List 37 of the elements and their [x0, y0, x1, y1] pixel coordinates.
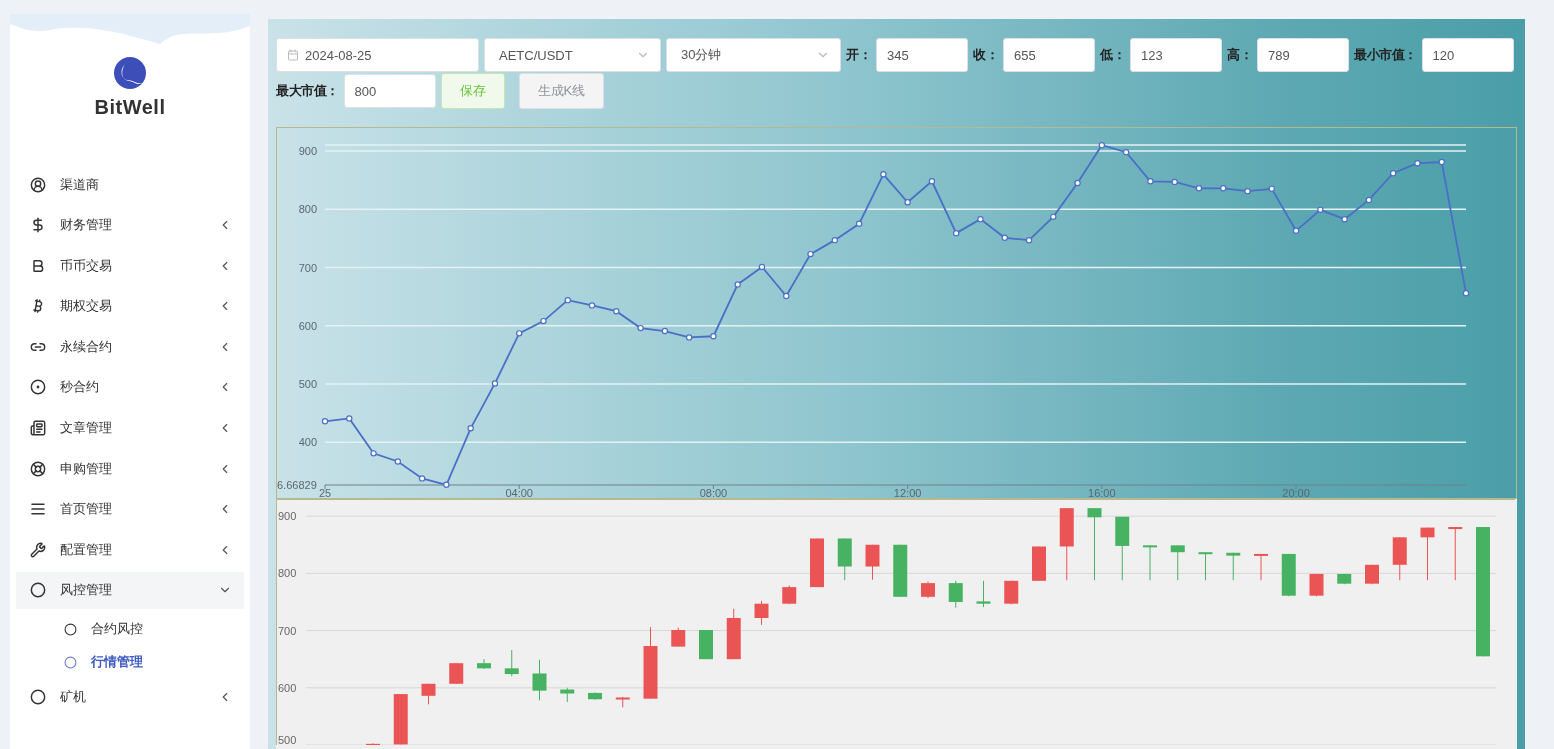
menu-label: 秒合约: [60, 378, 100, 397]
menu-label: 首页管理: [60, 500, 113, 519]
axis-label: 800: [298, 203, 317, 216]
menu-label: 永续合约: [60, 337, 113, 356]
axis-label: 800: [278, 567, 297, 580]
axis-label: 900: [278, 510, 297, 523]
axis-label: 20:00: [1282, 487, 1310, 498]
menu-label: 币币交易: [60, 256, 113, 275]
axis-label: 16:00: [1088, 487, 1116, 498]
menu-label: 矿机: [60, 688, 87, 707]
axis-label: 500: [298, 378, 317, 390]
axis-label: 12:00: [893, 487, 922, 498]
axis-label: 25: [318, 487, 332, 498]
field-label: 最小市值：: [1354, 46, 1417, 64]
menu-label: 渠道商: [60, 175, 100, 194]
axis-label: 04:00: [505, 487, 533, 498]
axis-label: 6.66829: [277, 479, 317, 491]
field-label: 高：: [1227, 46, 1252, 64]
menu-label: 申购管理: [60, 459, 113, 478]
field-label: 低：: [1100, 46, 1125, 64]
axis-label: 600: [278, 681, 297, 694]
axis-label: 700: [278, 624, 297, 637]
axis-label: 400: [298, 436, 317, 449]
axis-label: 700: [298, 261, 317, 274]
axis-label: 900: [298, 145, 317, 157]
menu-label: 财务管理: [60, 216, 113, 235]
field-label: 最大市值：: [276, 82, 339, 100]
menu-label: 配置管理: [60, 540, 113, 559]
field-label: 收：: [973, 46, 998, 64]
menu-label: 文章管理: [60, 419, 113, 438]
axis-label: 500: [278, 734, 297, 745]
axis-label: 600: [298, 319, 317, 332]
menu-label: 风控管理: [60, 581, 113, 600]
field-label: 开：: [846, 46, 871, 64]
brand-name: BitWell: [94, 96, 166, 119]
axis-label: 08:00: [699, 487, 728, 498]
menu-label: 期权交易: [60, 297, 113, 316]
